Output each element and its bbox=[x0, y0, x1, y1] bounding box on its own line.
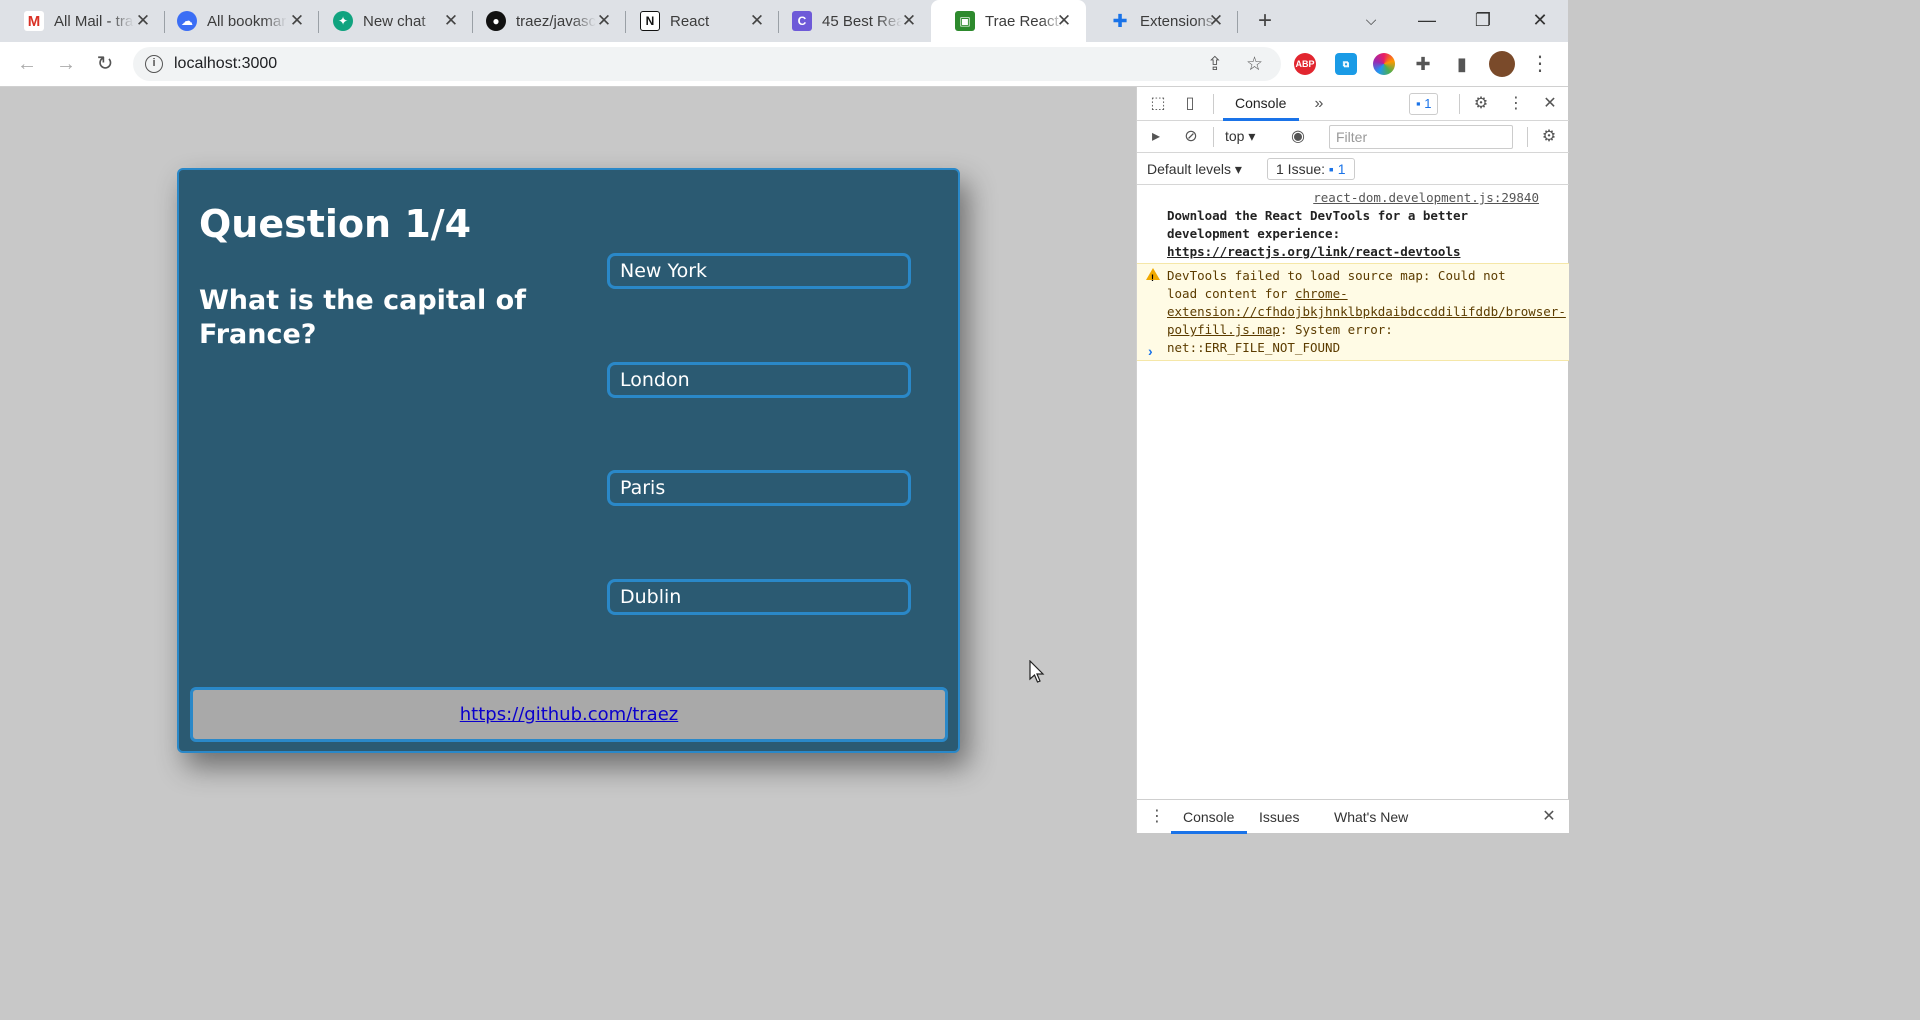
drawer-tab-console[interactable]: Console bbox=[1183, 809, 1234, 825]
answer-button-london[interactable]: London bbox=[607, 362, 911, 398]
browser-toolbar: ← → ↻ i localhost:3000 ⇪ ☆ ABP ⧉ ✚ ▮ ⋮ bbox=[0, 42, 1568, 87]
color-picker-extension-icon[interactable] bbox=[1373, 53, 1395, 75]
close-window-icon[interactable]: ✕ bbox=[1527, 8, 1553, 32]
clear-console-icon[interactable]: ⊘ bbox=[1180, 126, 1202, 148]
issues-button[interactable]: 1 Issue: ▪ 1 bbox=[1267, 158, 1355, 180]
log-source-link[interactable]: react-dom.development.js:29840 bbox=[1167, 189, 1539, 207]
tab-console[interactable]: Console bbox=[1235, 95, 1286, 111]
settings-gear-icon[interactable]: ⚙ bbox=[1470, 93, 1492, 115]
log-levels-dropdown[interactable]: Default levels ▾ bbox=[1147, 161, 1242, 178]
restore-icon[interactable]: ❐ bbox=[1470, 8, 1496, 32]
notion-icon: N bbox=[640, 11, 660, 31]
live-expression-eye-icon[interactable]: ◉ bbox=[1287, 126, 1309, 148]
quiz-footer: https://github.com/traez bbox=[190, 687, 948, 742]
messages-badge[interactable]: ▪ 1 bbox=[1409, 93, 1439, 115]
close-devtools-icon[interactable]: ✕ bbox=[1539, 93, 1561, 115]
devtools-main-toolbar: ⬚ ▯ Console » ▪ 1 ⚙ ⋮ ✕ bbox=[1137, 87, 1569, 121]
devtools-drawer: ⋮ Console Issues What's New ✕ bbox=[1137, 799, 1569, 834]
bookmark-star-icon[interactable]: ☆ bbox=[1246, 53, 1263, 76]
console-log-message: react-dom.development.js:29840 Download … bbox=[1167, 189, 1539, 259]
close-tab-icon[interactable]: ✕ bbox=[1206, 11, 1226, 31]
forward-icon[interactable]: → bbox=[53, 52, 79, 76]
puzzle-icon: ✚ bbox=[1112, 10, 1128, 31]
tab-gmail[interactable]: M All Mail - tra ✕ bbox=[0, 0, 165, 42]
tab-strip: M All Mail - tra ✕ ☁ All bookmarks ✕ ✦ N… bbox=[0, 0, 1568, 42]
drawer-menu-icon[interactable]: ⋮ bbox=[1146, 806, 1168, 828]
close-tab-icon[interactable]: ✕ bbox=[747, 11, 767, 31]
react-devtools-link[interactable]: https://reactjs.org/link/react-devtools bbox=[1167, 244, 1461, 259]
extensions-puzzle-icon[interactable]: ✚ bbox=[1412, 53, 1434, 75]
back-icon[interactable]: ← bbox=[14, 52, 40, 76]
tab-bookmarks[interactable]: ☁ All bookmarks ✕ bbox=[153, 0, 319, 42]
answer-button-new-york[interactable]: New York bbox=[607, 253, 911, 289]
quiz-card: Question 1/4 What is the capital of Fran… bbox=[177, 168, 960, 753]
devtools-panel: ⬚ ▯ Console » ▪ 1 ⚙ ⋮ ✕ ▸ ⊘ top ▾ ◉ Filt… bbox=[1136, 87, 1569, 834]
console-toolbar: ▸ ⊘ top ▾ ◉ Filter ⚙ bbox=[1137, 121, 1569, 153]
share-icon[interactable]: ⇪ bbox=[1207, 53, 1223, 76]
tab-new-chat[interactable]: ✦ New chat ✕ bbox=[309, 0, 473, 42]
devtools-menu-icon[interactable]: ⋮ bbox=[1505, 93, 1527, 115]
cloud-icon: ☁ bbox=[177, 11, 197, 31]
url-text[interactable]: localhost:3000 bbox=[174, 55, 277, 73]
github-link[interactable]: https://github.com/traez bbox=[460, 704, 679, 725]
question-text: What is the capital of France? bbox=[199, 285, 526, 350]
web-page: Question 1/4 What is the capital of Fran… bbox=[0, 87, 1136, 833]
console-warning-message: ! DevTools failed to load source map: Co… bbox=[1137, 263, 1569, 361]
sidebar-toggle-icon[interactable]: ▸ bbox=[1145, 126, 1167, 148]
context-selector[interactable]: top ▾ bbox=[1225, 128, 1255, 145]
github-icon: ● bbox=[486, 11, 506, 31]
close-drawer-icon[interactable]: ✕ bbox=[1538, 806, 1560, 828]
issues-icon: ▪ bbox=[1328, 161, 1334, 177]
tab-trae-react[interactable]: ▣ Trae React / ✕ bbox=[931, 0, 1086, 42]
close-tab-icon[interactable]: ✕ bbox=[441, 11, 461, 31]
adblock-plus-icon[interactable]: ABP bbox=[1294, 53, 1316, 75]
mouse-cursor-icon bbox=[1029, 660, 1045, 683]
tab-react-notion[interactable]: N React ✕ bbox=[616, 0, 779, 42]
openai-icon: ✦ bbox=[333, 11, 353, 31]
extension-sync-icon[interactable]: ⧉ bbox=[1335, 53, 1357, 75]
tab-extensions[interactable]: ✚ Extensions ✕ bbox=[1086, 0, 1238, 42]
gmail-icon: M bbox=[24, 11, 44, 31]
browser-menu-icon[interactable]: ⋮ bbox=[1527, 52, 1553, 76]
device-toolbar-icon[interactable]: ▯ bbox=[1179, 93, 1201, 115]
minimize-icon[interactable]: — bbox=[1414, 8, 1440, 32]
address-bar[interactable]: i localhost:3000 ⇪ ☆ bbox=[133, 47, 1281, 81]
question-count: Question 1/4 bbox=[199, 202, 472, 246]
close-tab-icon[interactable]: ✕ bbox=[133, 11, 153, 31]
filter-input[interactable]: Filter bbox=[1329, 125, 1513, 149]
inspect-element-icon[interactable]: ⬚ bbox=[1147, 93, 1169, 115]
answer-button-dublin[interactable]: Dublin bbox=[607, 579, 911, 615]
close-tab-icon[interactable]: ✕ bbox=[1054, 11, 1074, 31]
more-tabs-icon[interactable]: » bbox=[1308, 93, 1330, 115]
new-tab-icon[interactable]: + bbox=[1252, 9, 1278, 33]
tab-github[interactable]: ● traez/javasc ✕ bbox=[462, 0, 626, 42]
drawer-tab-whats-new[interactable]: What's New bbox=[1334, 809, 1408, 825]
tab-search-icon[interactable]: ⌵ bbox=[1358, 8, 1384, 32]
console-prompt-icon[interactable]: › bbox=[1148, 343, 1153, 359]
warning-icon: ! bbox=[1146, 268, 1160, 283]
close-tab-icon[interactable]: ✕ bbox=[594, 11, 614, 31]
trae-icon: ▣ bbox=[955, 11, 975, 31]
console-settings-icon[interactable]: ⚙ bbox=[1538, 126, 1560, 148]
reload-icon[interactable]: ↻ bbox=[92, 52, 118, 76]
drawer-tab-issues[interactable]: Issues bbox=[1259, 809, 1299, 825]
profile-avatar[interactable] bbox=[1489, 51, 1515, 77]
close-tab-icon[interactable]: ✕ bbox=[899, 11, 919, 31]
answer-button-paris[interactable]: Paris bbox=[607, 470, 911, 506]
site-info-icon[interactable]: i bbox=[145, 55, 163, 73]
side-panel-icon[interactable]: ▮ bbox=[1451, 53, 1473, 75]
close-tab-icon[interactable]: ✕ bbox=[287, 11, 307, 31]
c-icon: C bbox=[792, 11, 812, 31]
tab-best-react[interactable]: C 45 Best Rea ✕ bbox=[768, 0, 931, 42]
console-levels-bar: Default levels ▾ 1 Issue: ▪ 1 bbox=[1137, 153, 1569, 185]
